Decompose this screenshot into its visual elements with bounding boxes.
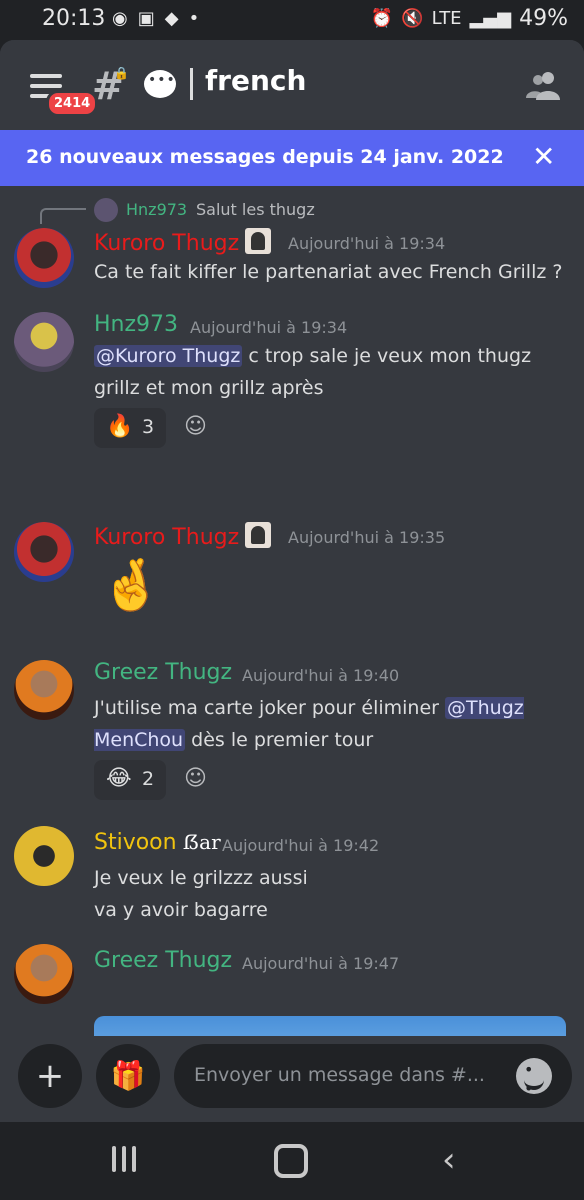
- lock-icon: 🔒: [114, 66, 129, 80]
- signal-icon: ▂▄▆: [469, 8, 512, 29]
- banner-label: nouveaux messages depuis 24 janv. 2022: [59, 146, 504, 168]
- message-author[interactable]: Kuroro Thugz: [94, 228, 272, 256]
- close-icon[interactable]: ✕: [532, 140, 555, 173]
- reaction-button[interactable]: 🔥 3: [94, 408, 166, 448]
- gallery-icon: ▣: [137, 8, 155, 29]
- avatar[interactable]: [14, 522, 74, 582]
- message-timestamp: Aujourd'hui à 19:35: [288, 528, 446, 547]
- message-author[interactable]: Greez Thugz: [94, 948, 232, 973]
- network-label: LTE: [431, 8, 462, 29]
- status-left-icons: ◉ ▣ ◆ •: [112, 8, 199, 29]
- message-list: Hnz973 Salut les thugz Kuroro Thugz Aujo…: [0, 186, 584, 1036]
- reaction-count: 2: [142, 768, 155, 790]
- back-icon[interactable]: ‹: [442, 1140, 456, 1180]
- laughing-emoji: 😂: [106, 766, 132, 791]
- message-text: @Kuroro Thugz c trop sale je veux mon th…: [94, 345, 532, 399]
- message-text: Ca te fait kiffer le partenariat avec Fr…: [94, 261, 563, 283]
- avatar[interactable]: [14, 826, 74, 886]
- dot-icon: •: [188, 8, 200, 29]
- user-mention[interactable]: @Kuroro Thugz: [94, 345, 243, 367]
- fire-emoji: 🔥: [106, 414, 134, 439]
- message-input[interactable]: Envoyer un message dans #...: [174, 1044, 572, 1108]
- message-text: J'utilise ma carte joker pour éliminer @…: [94, 697, 524, 751]
- discord-notification-icon: ◆: [164, 8, 179, 29]
- app-notification-icon: ◉: [112, 8, 128, 29]
- android-nav-bar: ‹: [0, 1122, 584, 1200]
- role-badge-icon: [245, 522, 272, 548]
- add-reaction-icon[interactable]: ☺: [184, 766, 207, 791]
- message-timestamp: Aujourd'hui à 19:47: [242, 954, 400, 973]
- message-timestamp: Aujourd'hui à 19:42: [222, 836, 380, 855]
- reply-connector: [40, 208, 86, 224]
- message-author[interactable]: Greez Thugz: [94, 660, 232, 685]
- banner-count: 26: [26, 146, 53, 168]
- reply-author[interactable]: Hnz973: [126, 200, 187, 219]
- message-composer: + 🎁 Envoyer un message dans #...: [0, 1036, 584, 1122]
- message: Greez Thugz Aujourd'hui à 19:47: [0, 944, 584, 1024]
- app-window: 2414 # 🔒 french 26 nouveaux messages dep…: [0, 40, 584, 1122]
- reaction-button[interactable]: 😂 2: [94, 760, 166, 800]
- add-reaction-icon[interactable]: ☺: [184, 414, 207, 439]
- reaction-count: 3: [142, 416, 155, 438]
- message: Kuroro Thugz Aujourd'hui à 19:35 🤞: [0, 482, 584, 614]
- status-time: 20:13: [42, 6, 106, 31]
- add-attachment-button[interactable]: +: [18, 1044, 82, 1108]
- mute-icon: 🔇: [401, 8, 424, 29]
- channel-header: 2414 # 🔒 french: [0, 40, 584, 130]
- avatar[interactable]: [14, 228, 74, 288]
- status-bar: 20:13 ◉ ▣ ◆ • ⏰ 🔇 LTE ▂▄▆ 49%: [0, 0, 584, 40]
- recent-apps-icon[interactable]: [112, 1146, 136, 1172]
- message-author[interactable]: Stivoon ẞar: [94, 830, 221, 855]
- status-right-icons: ⏰ 🔇 LTE ▂▄▆ 49%: [371, 6, 568, 31]
- author-tag: ẞar: [182, 830, 221, 854]
- avatar[interactable]: [14, 944, 74, 1004]
- crossed-fingers-emoji: 🤞: [100, 556, 163, 614]
- unread-badge: 2414: [46, 90, 99, 117]
- threads-icon[interactable]: [144, 70, 176, 98]
- battery-percent: 49%: [519, 6, 568, 31]
- message-author[interactable]: Kuroro Thugz: [94, 522, 272, 550]
- banner-text: 26 nouveaux messages depuis 24 janv. 202…: [26, 146, 504, 168]
- message: Stivoon ẞar Aujourd'hui à 19:42 Je veux l…: [0, 826, 584, 926]
- message-text: Je veux le grilzzz aussi va y avoir bagar…: [94, 867, 308, 921]
- image-attachment[interactable]: [94, 1016, 566, 1036]
- reply-avatar: [94, 198, 118, 222]
- message: Greez Thugz Aujourd'hui à 19:40 J'utilis…: [0, 660, 584, 820]
- avatar[interactable]: [14, 660, 74, 720]
- new-messages-banner[interactable]: 26 nouveaux messages depuis 24 janv. 202…: [0, 130, 584, 186]
- role-badge-icon: [245, 228, 272, 254]
- message: Kuroro Thugz Aujourd'hui à 19:34 Ca te f…: [0, 228, 584, 298]
- gift-button[interactable]: 🎁: [96, 1044, 160, 1108]
- message-timestamp: Aujourd'hui à 19:34: [190, 318, 348, 337]
- emoji-picker-icon[interactable]: [516, 1058, 552, 1098]
- message-input-placeholder: Envoyer un message dans #...: [194, 1064, 485, 1086]
- message-timestamp: Aujourd'hui à 19:40: [242, 666, 400, 685]
- home-icon[interactable]: [274, 1144, 308, 1178]
- members-icon[interactable]: [526, 70, 562, 100]
- alarm-icon: ⏰: [370, 8, 394, 29]
- header-divider: [190, 68, 193, 100]
- channel-title[interactable]: french: [205, 64, 306, 97]
- message-author[interactable]: Hnz973: [94, 312, 178, 337]
- avatar[interactable]: [14, 312, 74, 372]
- message-timestamp: Aujourd'hui à 19:34: [288, 234, 446, 253]
- message: Hnz973 Aujourd'hui à 19:34 @Kuroro Thugz…: [0, 312, 584, 502]
- reply-text: Salut les thugz: [196, 200, 315, 219]
